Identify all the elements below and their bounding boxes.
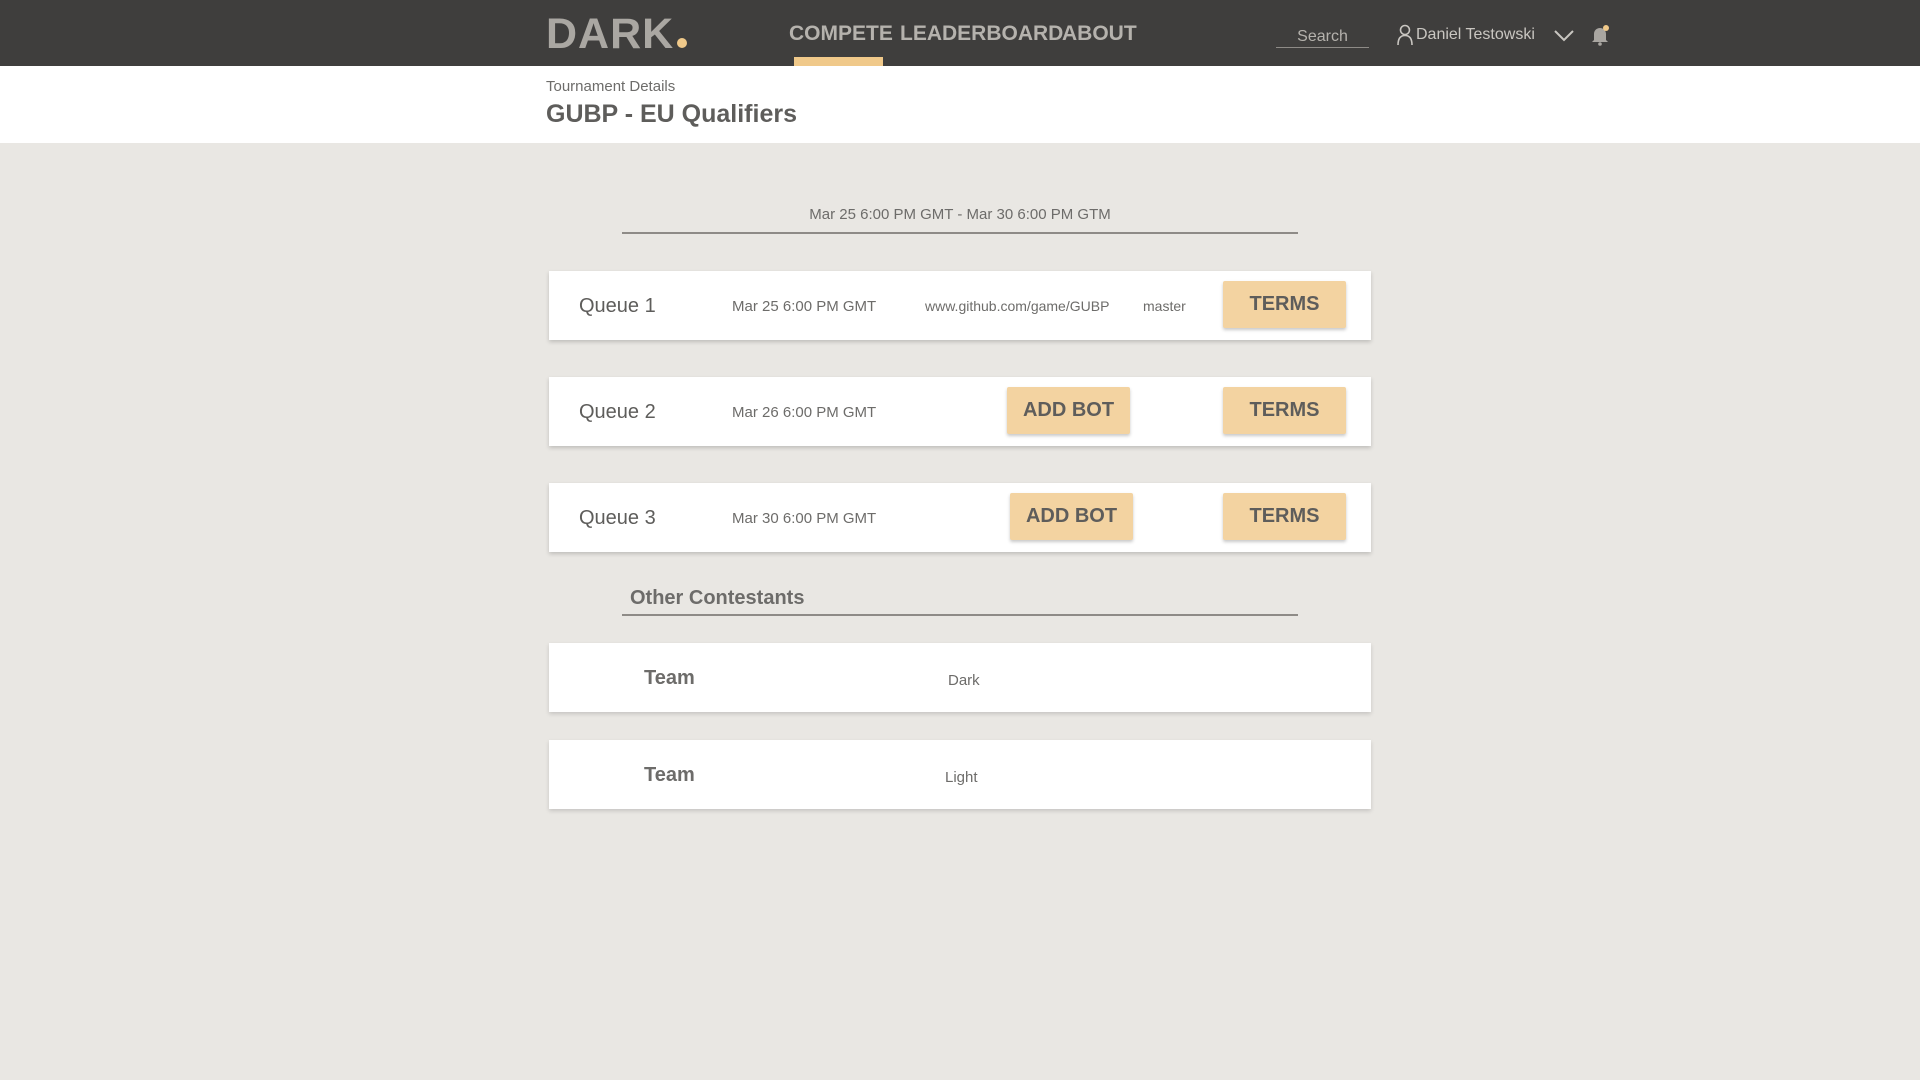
team-card[interactable]: Team Dark	[549, 643, 1371, 712]
section-title: Other Contestants	[630, 587, 805, 609]
terms-button[interactable]: TERMS	[1223, 281, 1346, 328]
logo[interactable]: DARK	[546, 10, 688, 59]
queue-name: Queue 2	[579, 401, 656, 423]
tournament-date-range: Mar 25 6:00 PM GMT - Mar 30 6:00 PM GTM	[809, 206, 1111, 223]
queue-name: Queue 1	[579, 295, 656, 317]
terms-button[interactable]: TERMS	[1223, 493, 1346, 540]
nav-leaderboard[interactable]: LEADERBOARD	[900, 22, 1063, 46]
divider	[622, 614, 1298, 616]
terms-button[interactable]: TERMS	[1223, 387, 1346, 434]
breadcrumb[interactable]: Tournament Details	[546, 78, 675, 95]
queue-date: Mar 30 6:00 PM GMT	[732, 510, 877, 527]
team-card[interactable]: Team Light	[549, 740, 1371, 809]
team-name: Light	[945, 769, 978, 786]
user-name: Daniel Testowski	[1416, 26, 1535, 43]
active-nav-indicator	[794, 57, 883, 66]
queue-card: Queue 3 Mar 30 6:00 PM GMT ADD BOT TERMS	[549, 483, 1371, 552]
notification-dot	[1603, 25, 1609, 31]
queue-name: Queue 3	[579, 507, 656, 529]
nav-compete[interactable]: COMPETE	[789, 22, 893, 46]
chevron-down-icon[interactable]	[1553, 29, 1575, 43]
team-label: Team	[644, 667, 695, 689]
page-title: GUBP - EU Qualifiers	[546, 100, 797, 128]
logo-dot	[677, 38, 688, 48]
queue-card: Queue 1 Mar 25 6:00 PM GMT www.github.co…	[549, 271, 1371, 340]
queue-date: Mar 26 6:00 PM GMT	[732, 404, 877, 421]
search-input[interactable]	[1276, 26, 1369, 48]
user-icon	[1397, 24, 1413, 46]
queue-branch: master	[1143, 298, 1186, 314]
nav-about[interactable]: ABOUT	[1062, 22, 1137, 46]
user-menu[interactable]: Daniel Testowski	[1396, 24, 1535, 46]
add-bot-button[interactable]: ADD BOT	[1007, 387, 1130, 434]
queue-card: Queue 2 Mar 26 6:00 PM GMT ADD BOT TERMS	[549, 377, 1371, 446]
team-name: Dark	[948, 672, 980, 689]
queue-repo-link[interactable]: www.github.com/game/GUBP	[925, 298, 1109, 314]
add-bot-button[interactable]: ADD BOT	[1010, 493, 1133, 540]
page-header: Tournament Details GUBP - EU Qualifiers	[0, 66, 1920, 143]
divider	[622, 232, 1298, 234]
logo-text: DARK	[546, 10, 675, 58]
team-label: Team	[644, 764, 695, 786]
bell-icon[interactable]	[1590, 24, 1610, 46]
top-nav-bar: DARK COMPETE LEADERBOARD ABOUT Daniel Te…	[0, 0, 1920, 66]
queue-date: Mar 25 6:00 PM GMT	[732, 298, 877, 315]
